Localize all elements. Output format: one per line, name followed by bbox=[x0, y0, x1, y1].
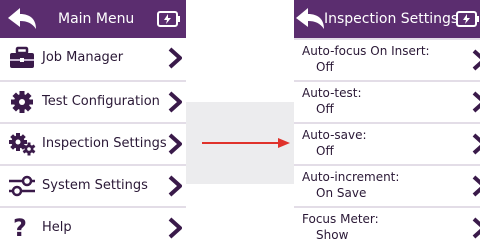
setting-value: Off bbox=[316, 60, 334, 74]
chevron-right-icon bbox=[472, 175, 480, 197]
menu-item-inspection-settings[interactable]: Inspection Settings bbox=[0, 124, 186, 164]
menu-item-label: Help bbox=[42, 220, 72, 235]
chevron-right-icon bbox=[168, 47, 182, 69]
chevron-right-icon bbox=[472, 217, 480, 239]
menu-item-label: Inspection Settings bbox=[42, 136, 167, 151]
menu-item-help[interactable]: ? Help bbox=[0, 208, 186, 248]
briefcase-icon bbox=[10, 46, 34, 68]
menu-item-label: System Settings bbox=[42, 178, 148, 193]
chevron-right-icon bbox=[472, 133, 480, 155]
inspection-settings-header: Inspection Settings bbox=[294, 0, 480, 38]
setting-label: Auto-test: bbox=[302, 86, 362, 100]
setting-label: Focus Meter: bbox=[302, 212, 379, 226]
question-mark-icon: ? bbox=[13, 214, 27, 242]
setting-auto-save[interactable]: Auto-save: Off bbox=[294, 124, 480, 164]
setting-label: Auto-increment: bbox=[302, 170, 400, 184]
menu-item-system-settings[interactable]: System Settings bbox=[0, 166, 186, 206]
setting-value: Off bbox=[316, 102, 334, 116]
setting-auto-test[interactable]: Auto-test: Off bbox=[294, 82, 480, 122]
setting-label: Auto-save: bbox=[302, 128, 367, 142]
chevron-right-icon bbox=[168, 175, 182, 197]
chevron-right-icon bbox=[472, 91, 480, 113]
main-menu-header: Main Menu bbox=[0, 0, 186, 38]
main-menu-screen: Main Menu Job Manager Test Configuration… bbox=[0, 0, 186, 252]
chevron-right-icon bbox=[472, 49, 480, 71]
inspection-settings-screen: Inspection Settings Auto-focus On Insert… bbox=[294, 0, 480, 252]
gears-icon bbox=[9, 133, 36, 156]
setting-focus-meter[interactable]: Focus Meter: Show bbox=[294, 208, 480, 248]
menu-item-job-manager[interactable]: Job Manager bbox=[0, 38, 186, 78]
battery-charging-icon bbox=[456, 11, 479, 27]
chevron-right-icon bbox=[168, 133, 182, 155]
setting-value: On Save bbox=[316, 186, 367, 200]
menu-item-test-configuration[interactable]: Test Configuration bbox=[0, 82, 186, 122]
chevron-right-icon bbox=[168, 91, 182, 113]
chevron-right-icon bbox=[168, 217, 182, 239]
sliders-icon bbox=[9, 175, 35, 197]
menu-item-label: Job Manager bbox=[42, 50, 124, 65]
menu-item-label: Test Configuration bbox=[42, 94, 160, 109]
setting-value: Show bbox=[316, 228, 349, 242]
battery-charging-icon bbox=[157, 11, 180, 27]
gear-icon bbox=[11, 91, 33, 113]
setting-auto-focus-on-insert[interactable]: Auto-focus On Insert: Off bbox=[294, 40, 480, 80]
transition-arrow-icon bbox=[202, 138, 290, 148]
back-arrow-icon[interactable] bbox=[294, 5, 326, 33]
back-arrow-icon[interactable] bbox=[6, 5, 38, 33]
setting-value: Off bbox=[316, 144, 334, 158]
main-menu-title: Main Menu bbox=[58, 11, 135, 27]
setting-auto-increment[interactable]: Auto-increment: On Save bbox=[294, 166, 480, 206]
inspection-settings-title: Inspection Settings bbox=[324, 11, 459, 27]
setting-label: Auto-focus On Insert: bbox=[302, 44, 430, 58]
